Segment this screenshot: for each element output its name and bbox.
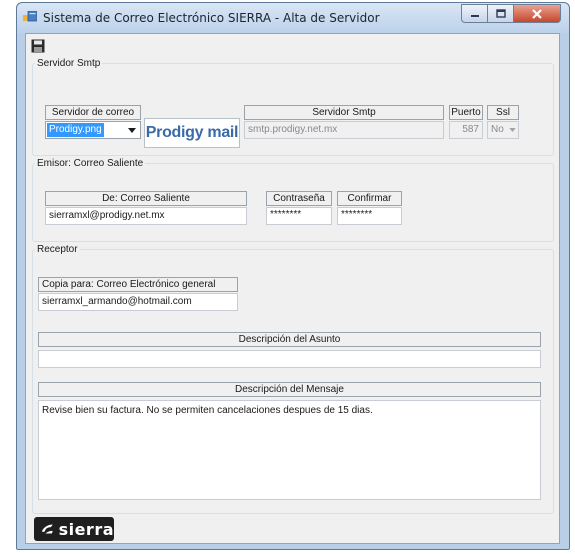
maximize-icon xyxy=(495,9,506,18)
close-icon xyxy=(532,8,542,19)
confirm-password-field[interactable]: ******** xyxy=(337,207,402,225)
password-field[interactable]: ******** xyxy=(266,207,332,225)
chevron-down-icon xyxy=(507,122,517,138)
maximize-button[interactable] xyxy=(487,4,514,23)
form-body: Servidor Smtp Servidor de correo Prodigy… xyxy=(25,33,560,544)
ssl-label: Ssl xyxy=(487,105,519,120)
smtp-server-field[interactable]: smtp.prodigy.net.mx xyxy=(244,121,444,139)
app-window: Sistema de Correo Electrónico SIERRA - A… xyxy=(16,2,570,550)
ssl-select[interactable]: No xyxy=(487,121,519,139)
password-label: Contraseña xyxy=(266,191,332,206)
smtp-server-label: Servidor Smtp xyxy=(244,105,444,120)
subject-field[interactable] xyxy=(38,350,541,368)
close-button[interactable] xyxy=(513,4,561,23)
message-label: Descripción del Mensaje xyxy=(38,382,541,397)
copy-to-label: Copia para: Correo Electrónico general xyxy=(38,277,238,292)
mail-server-label: Servidor de correo xyxy=(45,105,141,120)
message-textarea[interactable]: Revise bien su factura. No se permiten c… xyxy=(38,400,541,500)
mail-server-value: Prodigy.png xyxy=(47,123,104,137)
mail-server-select[interactable]: Prodigy.png xyxy=(45,121,141,139)
sierra-mark-icon xyxy=(41,524,53,534)
chevron-down-icon xyxy=(126,122,138,138)
receiver-group-title: Receptor xyxy=(37,244,78,255)
minimize-button[interactable] xyxy=(461,4,488,23)
brand-name: sierra xyxy=(58,519,114,539)
subject-label: Descripción del Asunto xyxy=(38,332,541,347)
ssl-value: No xyxy=(491,124,504,135)
from-field[interactable]: sierramxl@prodigy.net.mx xyxy=(45,207,247,225)
app-form-icon xyxy=(23,11,37,22)
title-bar[interactable]: Sistema de Correo Electrónico SIERRA - A… xyxy=(17,3,569,33)
port-field[interactable]: 587 xyxy=(449,121,483,139)
smtp-group-title: Servidor Smtp xyxy=(37,58,101,69)
server-logo: Prodigy mail xyxy=(144,118,240,148)
logo-text: Prodigy mail xyxy=(145,124,239,141)
minimize-icon xyxy=(470,14,479,17)
window-title: Sistema de Correo Electrónico SIERRA - A… xyxy=(43,11,380,25)
copy-to-field[interactable]: sierramxl_armando@hotmail.com xyxy=(38,293,238,311)
port-label: Puerto xyxy=(449,105,483,120)
confirm-label: Confirmar xyxy=(337,191,402,206)
save-icon[interactable] xyxy=(31,39,45,53)
sender-group-title: Emisor: Correo Saliente xyxy=(37,158,144,169)
from-label: De: Correo Saliente xyxy=(45,191,247,206)
sierra-logo: sierra xyxy=(34,517,114,541)
